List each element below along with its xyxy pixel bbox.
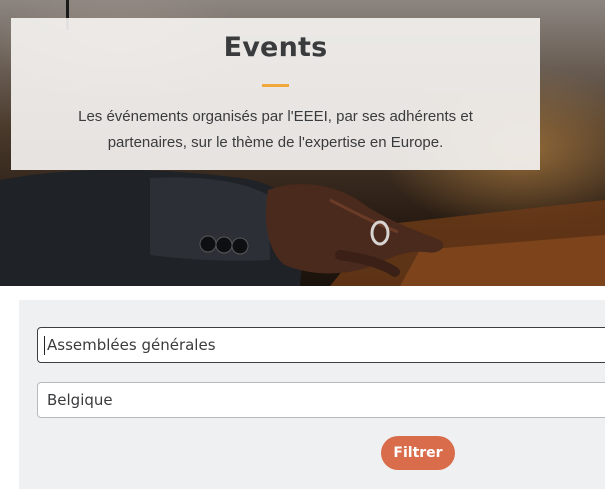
filter-button[interactable]: Filtrer	[381, 436, 455, 470]
category-select[interactable]: Assemblées générales	[37, 327, 605, 363]
filter-panel: Assemblées générales Belgique Filtrer	[19, 300, 605, 489]
text-caret	[44, 336, 45, 355]
page-title: Events	[223, 32, 328, 63]
country-select-value: Belgique	[47, 391, 113, 409]
hero-card: Events Les événements organisés par l'EE…	[11, 18, 540, 170]
title-underline	[262, 84, 289, 87]
category-select-value: Assemblées générales	[47, 336, 216, 354]
hero-banner: Events Les événements organisés par l'EE…	[0, 0, 605, 286]
page-description: Les événements organisés par l'EEEI, par…	[78, 108, 473, 151]
country-select[interactable]: Belgique	[37, 382, 605, 418]
